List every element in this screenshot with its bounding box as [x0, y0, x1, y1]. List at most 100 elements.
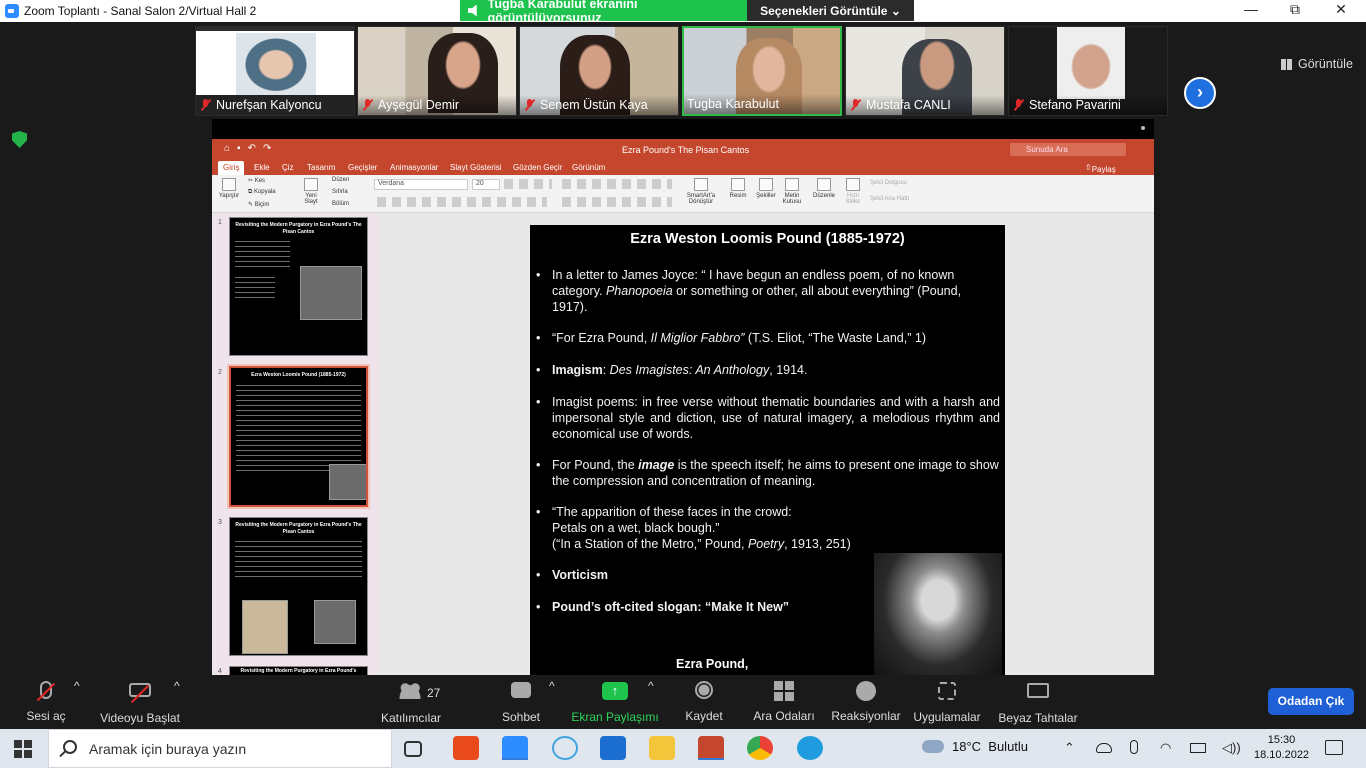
font-style-buttons[interactable] [377, 197, 547, 207]
shape-fill-button[interactable]: Şekil Dolgusu [870, 180, 940, 186]
shapes-icon [759, 178, 773, 191]
file-explorer-icon[interactable] [649, 736, 675, 760]
tab-animasyonlar[interactable]: Animasyonlar [390, 163, 438, 172]
battery-icon[interactable] [1190, 743, 1206, 753]
unmute-button[interactable]: Sesi aç [16, 679, 76, 723]
slide-bullet: In a letter to James Joyce: “ I have beg… [536, 267, 962, 315]
participant-name: Ayşegül Demir [358, 95, 516, 115]
thumbnail-book-cover [242, 600, 288, 654]
muted-mic-icon [362, 99, 373, 111]
chevron-down-icon: ⌄ [890, 3, 901, 18]
close-button[interactable]: ✕ [1318, 1, 1364, 18]
share-options-caret[interactable]: ^ [648, 679, 654, 693]
tab-tasarim[interactable]: Tasarım [307, 163, 335, 172]
chevron-up-icon[interactable]: ⌃ [1064, 740, 1075, 756]
windows-start-icon[interactable] [14, 740, 32, 758]
section-button[interactable]: Bölüm [332, 201, 366, 207]
video-tile[interactable]: Mustafa CANLI [845, 26, 1005, 116]
breakout-rooms-button[interactable]: Ara Odaları [750, 679, 818, 723]
font-size-buttons[interactable] [504, 179, 552, 189]
ppt-ribbon-tabs: Giriş Ekle Çiz Tasarım Geçişler Animasyo… [212, 161, 1154, 175]
notification-icon[interactable] [1325, 740, 1343, 755]
paste-button[interactable]: Yapıştır [218, 178, 240, 199]
video-tile[interactable]: Senem Üstün Kaya [519, 26, 679, 116]
leave-room-button[interactable]: Odadan Çık [1268, 688, 1354, 715]
chat-options-caret[interactable]: ^ [549, 679, 555, 693]
paragraph-list-buttons[interactable] [562, 179, 672, 189]
participant-name: Mustafa CANLI [846, 95, 1004, 115]
tab-ciz[interactable]: Çiz [282, 163, 294, 172]
office-icon[interactable] [453, 736, 479, 760]
reactions-button[interactable]: Reaksiyonlar [828, 679, 904, 723]
textbox-button[interactable]: Metin Kutusu [780, 178, 804, 205]
slide-thumbnail[interactable]: Revisiting the Modern Purgatory in Ezra … [229, 517, 368, 656]
video-options-caret[interactable]: ^ [174, 679, 180, 693]
shape-outline-button[interactable]: Şekil Ana Hattı [870, 196, 940, 202]
view-label: Görüntüle [1298, 57, 1353, 71]
audio-options-caret[interactable]: ^ [74, 679, 80, 693]
shapes-button[interactable]: Şekiller [754, 178, 778, 199]
new-slide-button[interactable]: Yeni Slayt [300, 178, 322, 205]
ppt-search-box[interactable]: Sunuda Ara [1010, 143, 1126, 156]
video-tile[interactable]: Ayşegül Demir [357, 26, 517, 116]
microphone-icon[interactable] [1130, 740, 1138, 754]
slide-thumbnail[interactable]: Revisiting the Modern Purgatory in Ezra … [229, 666, 368, 675]
ppt-titlebar: ⌂▪↶↷ Ezra Pound's The Pisan Cantos Sunud… [212, 139, 1154, 161]
view-button[interactable]: Görüntüle [1281, 57, 1353, 71]
format-painter-button[interactable]: ✎ Biçim [248, 201, 278, 208]
layout-button[interactable]: Düzen [332, 177, 366, 183]
tab-slayt-gosterisi[interactable]: Slayt Gösterisi [450, 163, 502, 172]
weather-text: Bulutlu [988, 739, 1029, 754]
picture-button[interactable]: Resim [727, 178, 749, 199]
apps-button[interactable]: Uygulamalar [910, 679, 984, 724]
tab-giris[interactable]: Giriş [218, 161, 245, 175]
start-video-button[interactable]: Videoyu Başlat [96, 679, 184, 725]
tab-ekle[interactable]: Ekle [254, 163, 270, 172]
mail-icon[interactable] [600, 736, 626, 760]
powerpoint-icon[interactable] [698, 736, 724, 760]
textbox-icon [785, 178, 799, 191]
edge-icon[interactable] [797, 736, 823, 760]
chat-button[interactable]: Sohbet [496, 679, 546, 724]
slide-thumbnail-selected[interactable]: Ezra Weston Loomis Pound (1885-1972) [227, 364, 370, 509]
record-button[interactable]: Kaydet [680, 679, 728, 723]
copy-button[interactable]: ⧉ Kopyala [248, 189, 288, 196]
gallery-next-button[interactable]: › [1184, 77, 1216, 109]
share-indicator-dot [1141, 126, 1145, 130]
slide-bullet: For Pound, the image is the speech itsel… [536, 457, 1000, 489]
video-tile-active-speaker[interactable]: Tugba Karabulut [682, 26, 842, 116]
arrange-button[interactable]: Düzenle [810, 178, 838, 199]
tab-gorunum[interactable]: Görünüm [572, 163, 605, 172]
quick-styles-button[interactable]: Hızlı Stiller [842, 178, 864, 205]
security-shield-icon[interactable] [12, 131, 27, 148]
maximize-button[interactable]: ⧉ [1272, 1, 1318, 18]
participants-button[interactable]: 27 Katılımcılar [376, 679, 446, 725]
chrome-icon[interactable] [747, 736, 773, 760]
font-size-select[interactable]: 20 [472, 179, 500, 190]
font-name-select[interactable]: Verdana [374, 179, 468, 190]
cut-button[interactable]: ✂ Kes [248, 177, 278, 184]
weather-widget[interactable]: 18°C Bulutlu [922, 739, 1028, 754]
tab-gecisler[interactable]: Geçişler [348, 163, 377, 172]
taskbar-search-input[interactable]: Aramak için buraya yazın [48, 729, 392, 768]
snipping-icon[interactable] [552, 736, 578, 760]
speaker-icon [468, 4, 477, 17]
participant-video [1057, 27, 1125, 99]
paragraph-align-buttons[interactable] [562, 197, 672, 207]
whiteboards-button[interactable]: Beyaz Tahtalar [996, 679, 1080, 725]
wifi-icon[interactable]: ◠ [1160, 740, 1171, 756]
cloud-sync-icon[interactable] [1096, 743, 1112, 753]
ppt-share-button[interactable]: ⇧ Paylaş [1085, 163, 1116, 174]
smartart-button[interactable]: SmartArt'a Dönüştür [684, 178, 718, 205]
zoom-icon[interactable] [502, 736, 528, 760]
minimize-button[interactable]: — [1228, 1, 1274, 17]
view-options-button[interactable]: Seçenekleri Görüntüle ⌄ [747, 0, 914, 21]
task-view-icon[interactable] [404, 741, 422, 757]
video-tile[interactable]: Nurefşan Kalyoncu [195, 26, 355, 116]
volume-icon[interactable]: ◁)) [1222, 740, 1241, 756]
video-tile[interactable]: Stefano Pavarini [1008, 26, 1168, 116]
slide-thumbnail[interactable]: Revisiting the Modern Purgatory in Ezra … [229, 217, 368, 356]
tab-gozden-gecir[interactable]: Gözden Geçir [513, 163, 562, 172]
reset-button[interactable]: Sıfırla [332, 189, 366, 195]
system-clock[interactable]: 15:30 18.10.2022 [1254, 733, 1309, 763]
